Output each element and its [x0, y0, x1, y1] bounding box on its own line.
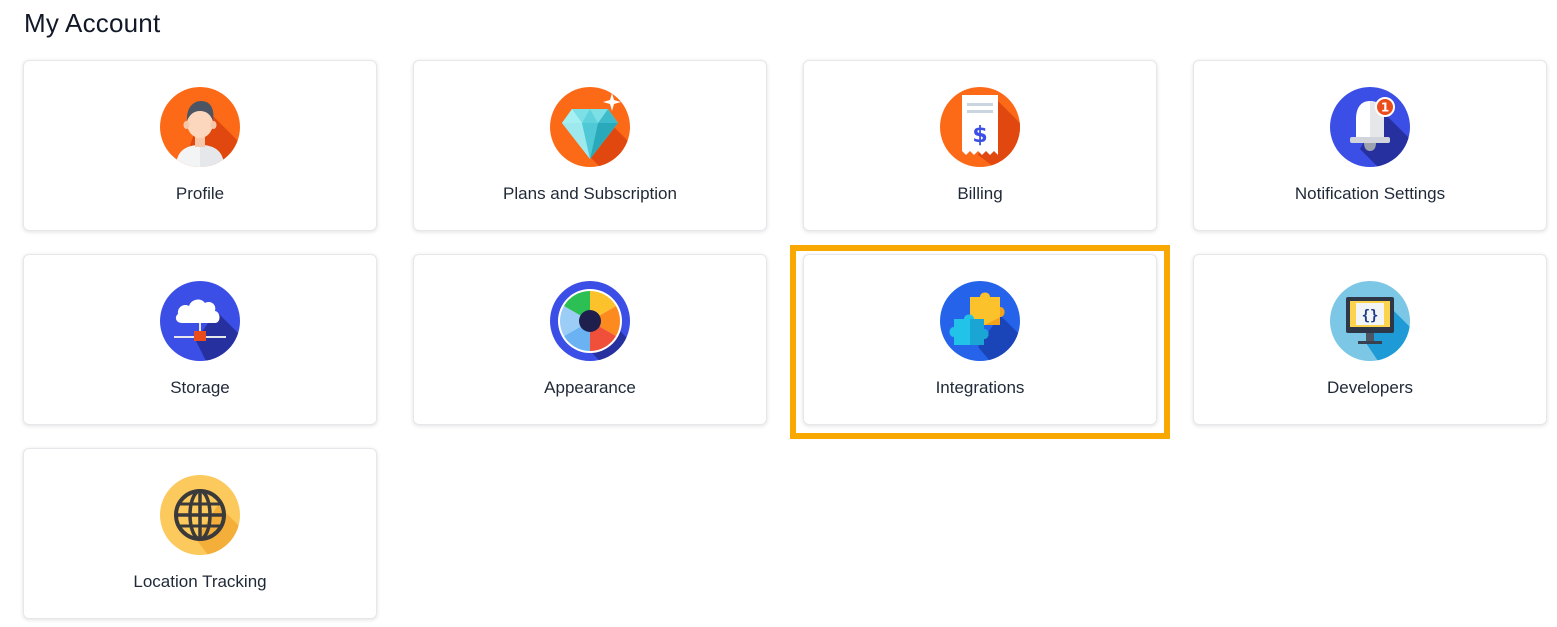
my-account-page: My Account Profile Plans and Subscriptio…	[0, 0, 1557, 627]
appearance-card[interactable]: Appearance	[413, 254, 767, 425]
svg-text:$: $	[972, 123, 987, 148]
card-label-appearance: Appearance	[544, 378, 636, 397]
location-tracking-card[interactable]: Location Tracking	[23, 448, 377, 619]
svg-text:{}: {}	[1362, 308, 1379, 324]
cloud-storage-icon	[160, 281, 240, 361]
puzzle-icon	[940, 281, 1020, 361]
card-label-notifications: Notification Settings	[1294, 184, 1446, 203]
billing-card[interactable]: $ Billing	[803, 60, 1157, 231]
card-label-plans: Plans and Subscription	[503, 184, 677, 203]
card-label-developers: Developers	[1327, 378, 1413, 397]
account-settings-grid: Profile Plans and Subscription $ Billing…	[23, 60, 1548, 619]
plans-subscription-card[interactable]: Plans and Subscription	[413, 60, 767, 231]
card-label-billing: Billing	[957, 184, 1003, 203]
bell-icon: 1	[1330, 87, 1410, 167]
card-label-storage: Storage	[170, 378, 230, 397]
diamond-icon	[550, 87, 630, 167]
profile-icon	[160, 87, 240, 167]
card-label-profile: Profile	[175, 184, 225, 203]
profile-card[interactable]: Profile	[23, 60, 377, 231]
storage-card[interactable]: Storage	[23, 254, 377, 425]
developers-card[interactable]: {} Developers	[1193, 254, 1547, 425]
globe-icon	[160, 475, 240, 555]
receipt-icon: $	[940, 87, 1020, 167]
color-wheel-icon	[550, 281, 630, 361]
card-label-integrations: Integrations	[935, 378, 1025, 397]
code-monitor-icon: {}	[1330, 281, 1410, 361]
notification-badge-count: 1	[1381, 101, 1389, 115]
integrations-card[interactable]: Integrations	[790, 245, 1170, 439]
card-label-location: Location Tracking	[133, 572, 267, 591]
notification-settings-card[interactable]: 1 Notification Settings	[1193, 60, 1547, 231]
page-title: My Account	[24, 8, 161, 38]
